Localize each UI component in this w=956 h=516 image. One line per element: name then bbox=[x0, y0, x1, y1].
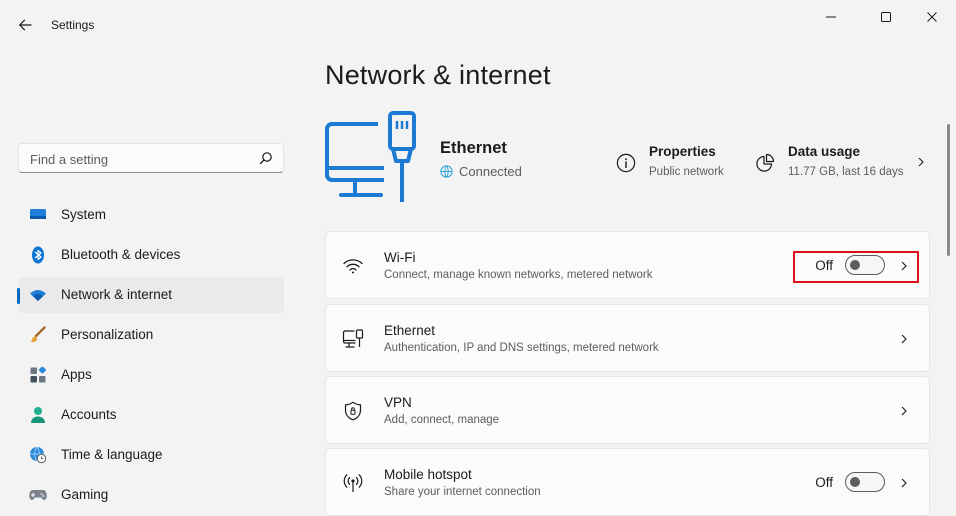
controller-icon bbox=[29, 486, 47, 504]
wifi-icon bbox=[342, 255, 364, 277]
card-subtitle: Share your internet connection bbox=[384, 486, 541, 498]
minimize-icon bbox=[826, 16, 836, 18]
monitor-icon bbox=[29, 206, 47, 224]
card-subtitle: Connect, manage known networks, metered … bbox=[384, 269, 653, 281]
search-input[interactable] bbox=[28, 144, 252, 174]
card-title: VPN bbox=[384, 395, 412, 410]
hotspot-icon bbox=[342, 472, 364, 494]
toggle-knob bbox=[850, 260, 860, 270]
connection-status-text: Connected bbox=[459, 164, 522, 179]
maximize-icon bbox=[881, 12, 891, 22]
chevron-right-icon bbox=[901, 261, 907, 271]
apps-icon bbox=[29, 366, 47, 384]
sidebar-item-system[interactable]: System bbox=[18, 197, 284, 233]
card-subtitle: Authentication, IP and DNS settings, met… bbox=[384, 342, 659, 354]
hotspot-toggle[interactable] bbox=[845, 472, 885, 492]
sidebar-item-accounts[interactable]: Accounts bbox=[18, 397, 284, 433]
chevron-right-icon bbox=[901, 406, 907, 416]
sidebar-item-network[interactable]: Network & internet bbox=[17, 277, 284, 313]
search-box bbox=[18, 143, 284, 174]
ethernet-monitor-icon bbox=[325, 111, 416, 202]
connection-name: Ethernet bbox=[440, 139, 507, 157]
sidebar-item-label: Apps bbox=[61, 367, 92, 382]
sidebar-item-label: Gaming bbox=[61, 487, 109, 502]
sidebar-item-label: Network & internet bbox=[61, 287, 173, 302]
search-icon[interactable] bbox=[259, 151, 273, 165]
connection-status: Connected bbox=[440, 164, 522, 179]
properties-title: Properties bbox=[649, 144, 716, 159]
arrow-left-icon bbox=[19, 19, 32, 31]
ethernet-icon bbox=[342, 328, 364, 350]
wifi-icon bbox=[29, 286, 47, 304]
pie-chart-icon bbox=[756, 153, 775, 172]
page-title: Network & internet bbox=[325, 60, 551, 90]
globe-icon bbox=[440, 165, 453, 178]
toggle-knob bbox=[850, 477, 860, 487]
shield-icon bbox=[342, 400, 364, 422]
sidebar-item-gaming[interactable]: Gaming bbox=[18, 477, 284, 513]
data-usage-title: Data usage bbox=[788, 144, 861, 159]
sidebar-item-label: Time & language bbox=[61, 447, 163, 462]
person-icon bbox=[29, 406, 47, 424]
bluetooth-icon bbox=[29, 246, 47, 264]
card-subtitle: Add, connect, manage bbox=[384, 414, 500, 426]
app-title: Settings bbox=[51, 18, 95, 32]
sidebar-item-label: Personalization bbox=[61, 327, 154, 342]
close-icon bbox=[927, 12, 937, 22]
chevron-right-icon[interactable] bbox=[916, 154, 926, 170]
chevron-right-icon bbox=[901, 334, 907, 344]
wifi-toggle-state: Off bbox=[815, 258, 833, 273]
hotspot-toggle-state: Off bbox=[815, 475, 833, 490]
selected-indicator bbox=[17, 288, 20, 304]
brush-icon bbox=[29, 326, 47, 344]
title-bar: Settings bbox=[0, 0, 956, 50]
sidebar-item-personalization[interactable]: Personalization bbox=[18, 317, 284, 353]
sidebar-item-time-language[interactable]: Time & language bbox=[18, 437, 284, 473]
card-vpn[interactable]: VPN Add, connect, manage bbox=[325, 376, 930, 444]
globe-clock-icon bbox=[29, 446, 47, 464]
close-button[interactable] bbox=[909, 6, 955, 28]
wifi-toggle[interactable] bbox=[845, 255, 885, 275]
card-title: Wi-Fi bbox=[384, 250, 416, 265]
back-button[interactable] bbox=[14, 14, 36, 36]
sidebar-item-apps[interactable]: Apps bbox=[18, 357, 284, 393]
scrollbar[interactable] bbox=[947, 124, 950, 256]
card-title: Ethernet bbox=[384, 323, 436, 338]
sidebar-item-label: Accounts bbox=[61, 407, 117, 422]
sidebar-item-label: Bluetooth & devices bbox=[61, 247, 181, 262]
card-ethernet[interactable]: Ethernet Authentication, IP and DNS sett… bbox=[325, 304, 930, 372]
maximize-button[interactable] bbox=[863, 6, 909, 28]
chevron-right-icon bbox=[901, 478, 907, 488]
card-mobile-hotspot[interactable]: Mobile hotspot Share your internet conne… bbox=[325, 448, 930, 516]
sidebar-item-label: System bbox=[61, 207, 107, 222]
minimize-button[interactable] bbox=[808, 6, 854, 28]
properties-subtitle: Public network bbox=[649, 166, 724, 178]
card-wifi[interactable]: Wi-Fi Connect, manage known networks, me… bbox=[325, 231, 930, 299]
sidebar-item-bluetooth[interactable]: Bluetooth & devices bbox=[18, 237, 284, 273]
info-icon bbox=[616, 153, 636, 173]
data-usage-subtitle: 11.77 GB, last 16 days bbox=[788, 166, 904, 178]
card-title: Mobile hotspot bbox=[384, 467, 472, 482]
